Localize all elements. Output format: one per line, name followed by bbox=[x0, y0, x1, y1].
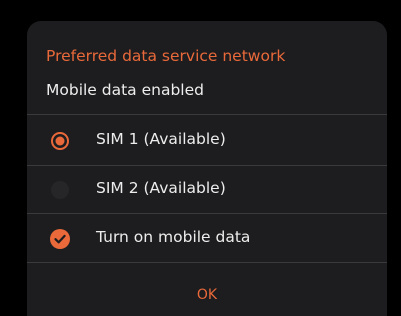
option-sim-2[interactable]: SIM 2 (Available) bbox=[27, 166, 387, 214]
dialog-subtitle: Mobile data enabled bbox=[46, 81, 204, 99]
checkbox-checked-icon bbox=[50, 229, 70, 249]
option-sim-1[interactable]: SIM 1 (Available) bbox=[27, 117, 387, 165]
option-sim-2-label: SIM 2 (Available) bbox=[96, 179, 226, 197]
dialog-title: Preferred data service network bbox=[46, 47, 286, 65]
mobile-data-toggle[interactable]: Turn on mobile data bbox=[27, 215, 387, 263]
divider bbox=[27, 262, 387, 263]
radio-selected-icon bbox=[51, 132, 69, 150]
divider bbox=[27, 213, 387, 214]
ok-button[interactable]: OK bbox=[177, 283, 237, 307]
preferred-network-dialog: Preferred data service network Mobile da… bbox=[27, 21, 387, 316]
mobile-data-toggle-label: Turn on mobile data bbox=[96, 228, 251, 246]
divider bbox=[27, 114, 387, 115]
option-sim-1-label: SIM 1 (Available) bbox=[96, 130, 226, 148]
radio-unselected-icon bbox=[51, 181, 69, 199]
